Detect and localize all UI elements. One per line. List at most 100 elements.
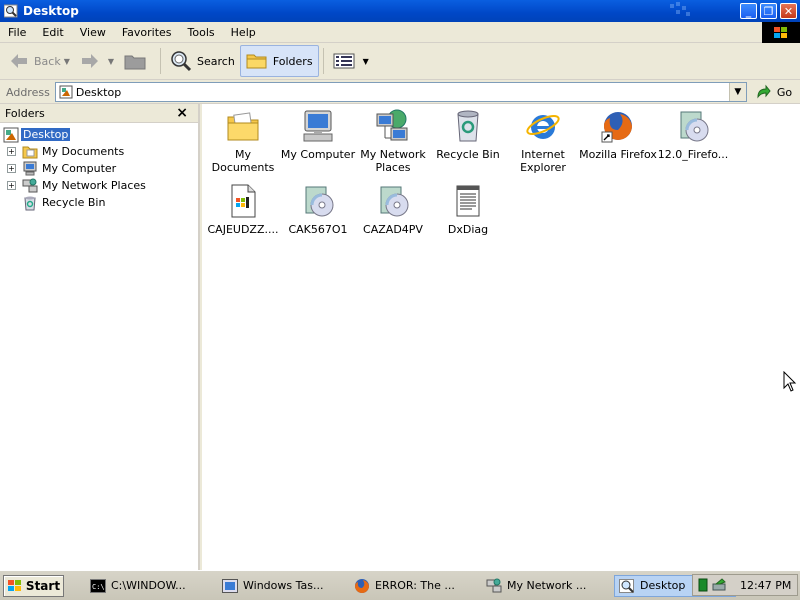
taskbar-item-my-network-places[interactable]: My Network ... <box>482 575 598 597</box>
menu-help[interactable]: Help <box>223 26 264 39</box>
tree-item-recycle-bin[interactable]: Recycle Bin <box>0 194 198 211</box>
address-dropdown-icon[interactable]: ▼ <box>728 83 746 101</box>
safely-remove-hardware-icon[interactable] <box>712 578 728 592</box>
installer-cd-icon <box>680 111 709 142</box>
tree-label: Desktop <box>21 128 71 141</box>
recycle-bin-icon <box>24 196 36 210</box>
folder-documents-icon <box>227 112 259 141</box>
minimize-button[interactable]: _ <box>740 3 757 19</box>
forward-button[interactable]: ▼ <box>75 45 119 77</box>
taskbar-item-firefox-error[interactable]: ERROR: The ... <box>350 575 466 597</box>
folders-button[interactable]: Folders <box>239 45 319 77</box>
desktop-item-mozilla-firefox[interactable]: Mozilla Firefox <box>579 104 657 161</box>
maximize-button[interactable]: ❐ <box>760 3 777 19</box>
desktop-item-cak567o1[interactable]: CAK567O1 <box>279 179 357 236</box>
tree-label: Recycle Bin <box>42 196 106 209</box>
folders-pane: Folders × Desktop + My Documents + My Co… <box>0 104 200 570</box>
forward-dropdown-icon[interactable]: ▼ <box>108 57 114 66</box>
expand-toggle[interactable]: + <box>7 164 16 173</box>
mouse-cursor-icon <box>783 371 797 392</box>
item-label: Mozilla Firefox <box>579 148 657 161</box>
network-icon <box>22 178 38 192</box>
toolbar-separator <box>322 48 324 74</box>
computer-icon <box>23 161 37 175</box>
task-label: C:\WINDOW... <box>111 579 186 592</box>
menu-edit[interactable]: Edit <box>34 26 71 39</box>
desktop-contents: My Documents My Computer My Network Plac… <box>202 104 800 570</box>
desktop-icon <box>59 85 73 99</box>
firefox-icon <box>355 578 369 593</box>
close-button[interactable]: ✕ <box>780 3 797 19</box>
item-label: CAZAD4PV <box>363 223 423 236</box>
windows-logo <box>762 22 800 43</box>
expand-toggle[interactable]: + <box>7 147 16 156</box>
close-folders-pane-button[interactable]: × <box>176 105 188 121</box>
menu-favorites[interactable]: Favorites <box>114 26 180 39</box>
menu-view[interactable]: View <box>72 26 114 39</box>
back-button[interactable]: Back ▼ <box>4 45 75 77</box>
desktop-item-cazad4pv[interactable]: CAZAD4PV <box>354 179 432 236</box>
go-button[interactable]: Go <box>755 84 792 100</box>
folders-label: Folders <box>272 54 313 68</box>
back-dropdown-icon[interactable]: ▼ <box>64 57 70 66</box>
toolbar: Back ▼ ▼ Search Folders ▼ <box>0 43 800 80</box>
desktop-item-my-documents[interactable]: My Documents <box>204 104 282 174</box>
battery-icon[interactable] <box>698 578 708 592</box>
network-icon <box>486 578 502 592</box>
windows-flag-icon <box>774 26 787 38</box>
desktop-item-recycle-bin[interactable]: Recycle Bin <box>429 104 507 161</box>
item-label: Recycle Bin <box>436 148 500 161</box>
expand-toggle[interactable]: + <box>7 181 16 190</box>
address-field[interactable]: Desktop ▼ <box>54 82 747 102</box>
toolbar-separator <box>160 48 162 74</box>
desktop-item-cajeudzz[interactable]: CAJEUDZZ.... <box>204 179 282 236</box>
svg-text:C:\: C:\ <box>92 583 105 591</box>
desktop-item-dxdiag[interactable]: DxDiag <box>429 179 507 236</box>
taskbar: Start C:\ C:\WINDOW... Windows Tas... ER… <box>0 570 800 600</box>
search-label: Search <box>197 54 235 68</box>
start-label: Start <box>25 578 61 593</box>
up-folder-button[interactable] <box>119 45 156 77</box>
recycle-bin-icon <box>457 110 479 142</box>
clock[interactable]: 12:47 PM <box>740 579 791 592</box>
item-label: My Network Places <box>360 148 426 174</box>
item-label: Internet Explorer <box>520 148 566 174</box>
menu-tools[interactable]: Tools <box>180 26 223 39</box>
task-label: My Network ... <box>507 579 587 592</box>
tree-item-my-network-places[interactable]: + My Network Places <box>0 177 198 194</box>
folders-icon <box>246 54 267 69</box>
search-button[interactable]: Search <box>165 45 240 77</box>
computer-icon <box>303 110 333 142</box>
tree-item-my-computer[interactable]: + My Computer <box>0 160 198 177</box>
folder-tree: Desktop + My Documents + My Computer + M… <box>0 123 198 211</box>
taskbar-item-task-manager[interactable]: Windows Tas... <box>218 575 334 597</box>
explorer-search-icon <box>619 578 634 593</box>
address-bar: Address Desktop ▼ Go <box>0 81 800 104</box>
address-value: Desktop <box>75 85 122 99</box>
start-button[interactable]: Start <box>3 574 64 597</box>
internet-explorer-icon <box>526 114 560 139</box>
search-icon <box>171 51 192 72</box>
desktop-item-my-computer[interactable]: My Computer <box>279 104 357 161</box>
task-label: Windows Tas... <box>243 579 324 592</box>
folders-pane-header: Folders × <box>0 104 198 123</box>
item-label: 12.0_Firefo... <box>657 148 729 161</box>
views-dropdown-icon[interactable]: ▼ <box>363 57 369 66</box>
menu-file[interactable]: File <box>0 26 34 39</box>
window-title: Desktop <box>23 4 79 18</box>
item-label: DxDiag <box>447 223 489 236</box>
taskbar-item-cmd[interactable]: C:\ C:\WINDOW... <box>86 575 202 597</box>
explorer-search-icon <box>4 4 18 18</box>
title-bar: Desktop _ ❐ ✕ <box>0 0 800 22</box>
desktop-item-internet-explorer[interactable]: Internet Explorer <box>504 104 582 174</box>
network-icon <box>376 109 408 141</box>
text-file-icon <box>456 185 480 217</box>
views-button[interactable]: ▼ <box>328 45 374 77</box>
desktop-item-12-0-firefox[interactable]: 12.0_Firefo... <box>654 104 732 161</box>
address-label: Address <box>6 85 50 99</box>
tree-item-my-documents[interactable]: + My Documents <box>0 143 198 160</box>
desktop-item-my-network-places[interactable]: My Network Places <box>354 104 432 174</box>
folders-pane-title: Folders <box>5 106 45 120</box>
tree-item-desktop[interactable]: Desktop <box>0 126 198 143</box>
system-tray: 12:47 PM <box>692 574 798 596</box>
